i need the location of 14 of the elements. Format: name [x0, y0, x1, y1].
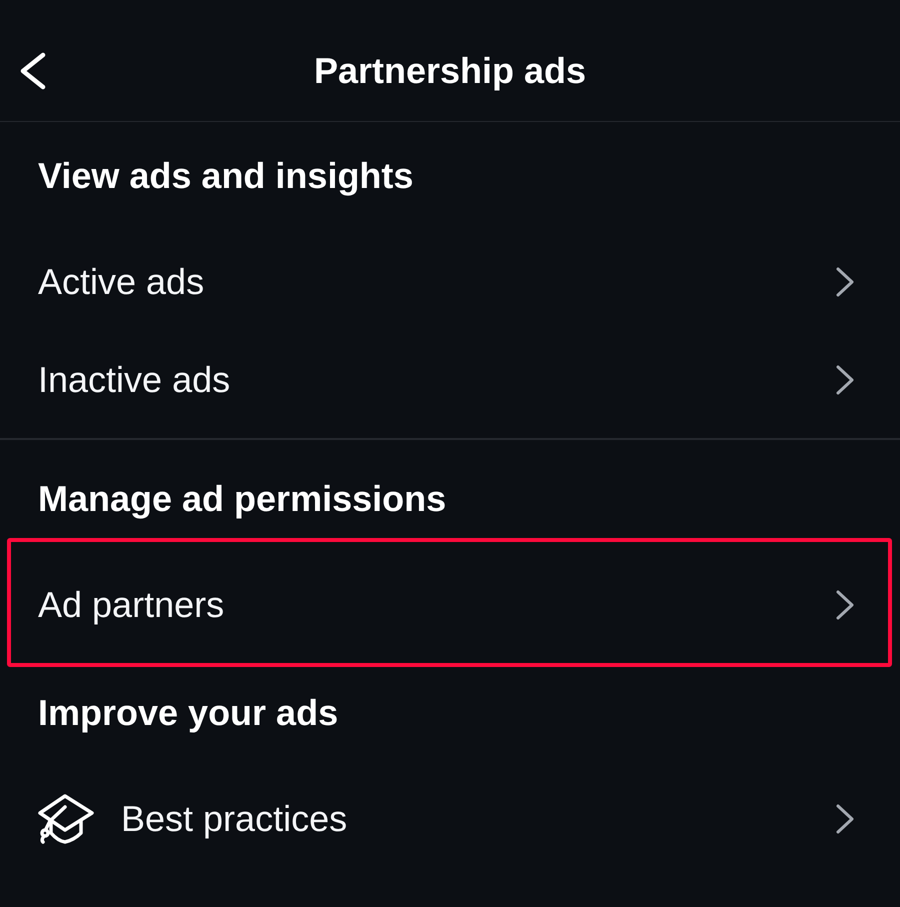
section-heading: View ads and insights	[38, 155, 414, 197]
menu-row[interactable]: Best practices	[0, 770, 900, 868]
chevron-right-icon	[835, 589, 855, 621]
chevron-right-icon	[835, 803, 855, 835]
page-title: Partnership ads	[314, 50, 586, 92]
back-icon[interactable]	[19, 52, 47, 90]
section-heading: Manage ad permissions	[38, 478, 448, 520]
chevron-right-icon	[835, 266, 855, 298]
menu-row[interactable]: Inactive ads	[0, 331, 900, 429]
menu-row[interactable]: Ad partners	[0, 556, 900, 654]
chevron-right-icon	[835, 364, 855, 396]
section-heading: Improve your ads	[38, 692, 340, 734]
graduation-cap-icon	[38, 793, 94, 845]
menu-row[interactable]: Active ads	[0, 233, 900, 331]
